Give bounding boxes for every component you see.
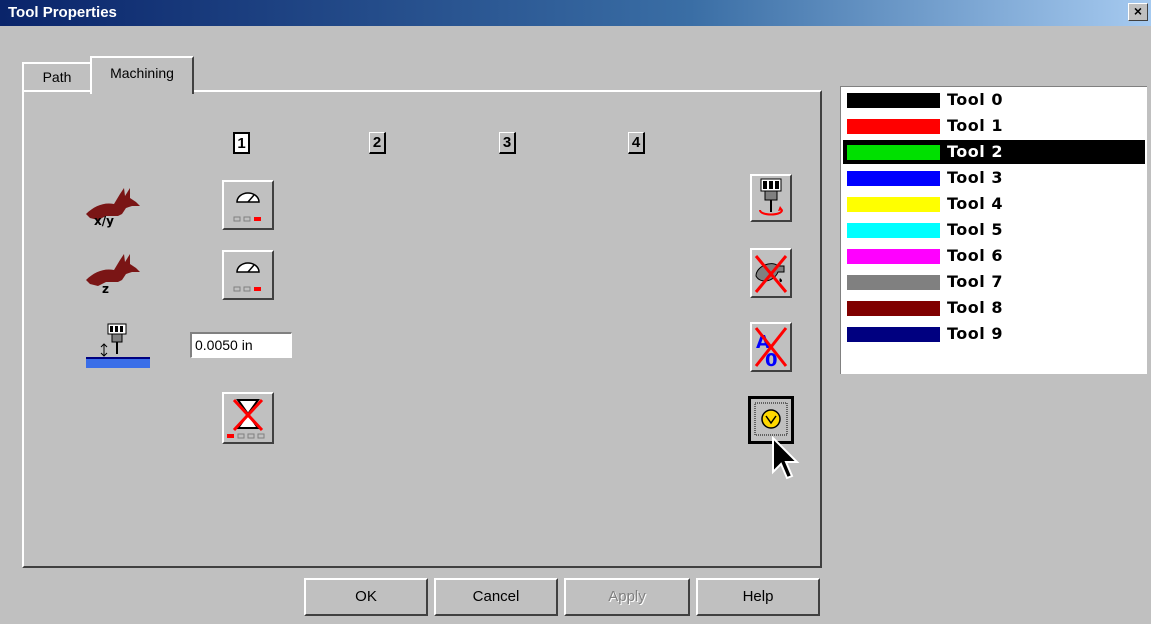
tool-label: Tool 8 bbox=[947, 298, 1003, 317]
column-3-button[interactable]: 3 bbox=[499, 132, 516, 154]
tool-color-swatch bbox=[847, 327, 940, 342]
cancel-button[interactable]: Cancel bbox=[434, 578, 558, 616]
tool-color-swatch bbox=[847, 197, 940, 212]
tool-list-item[interactable]: Tool 0 bbox=[843, 88, 1145, 112]
z-feedrate-button[interactable] bbox=[222, 250, 274, 300]
tool-label: Tool 2 bbox=[947, 142, 1003, 161]
tool-list-item[interactable]: Tool 8 bbox=[843, 296, 1145, 320]
tool-color-swatch bbox=[847, 171, 940, 186]
tool-label: Tool 3 bbox=[947, 168, 1003, 187]
tool-list-item[interactable]: Tool 6 bbox=[843, 244, 1145, 268]
spindle-rotation-button[interactable] bbox=[750, 174, 792, 222]
tool-label: Tool 4 bbox=[947, 194, 1003, 213]
tool-label: Tool 7 bbox=[947, 272, 1003, 291]
help-button[interactable]: Help bbox=[696, 578, 820, 616]
ok-button[interactable]: OK bbox=[304, 578, 428, 616]
tool-label: Tool 6 bbox=[947, 246, 1003, 265]
rabbit-xy-icon: x/y bbox=[80, 184, 150, 232]
apply-button[interactable]: Apply bbox=[564, 578, 690, 616]
tool-color-swatch bbox=[847, 275, 940, 290]
tool-color-swatch bbox=[847, 145, 940, 160]
tool-label: Tool 1 bbox=[947, 116, 1003, 135]
tool-list-item[interactable]: Tool 2 bbox=[843, 140, 1145, 164]
close-button[interactable]: × bbox=[1128, 3, 1148, 21]
depth-input[interactable]: 0.0050 in bbox=[190, 332, 292, 358]
tool-color-swatch bbox=[847, 249, 940, 264]
tool-label: Tool 5 bbox=[947, 220, 1003, 239]
tool-color-swatch bbox=[847, 119, 940, 134]
tool-list-item[interactable]: Tool 5 bbox=[843, 218, 1145, 242]
mouse-cursor-icon bbox=[770, 435, 800, 482]
tool-list[interactable]: Tool 0 Tool 1 Tool 2 Tool 3 Tool 4 Tool 5 Tool… bbox=[840, 86, 1147, 374]
spindle-depth-icon bbox=[86, 322, 150, 370]
tool-label: Tool 9 bbox=[947, 324, 1003, 343]
column-1-button[interactable]: 1 bbox=[233, 132, 250, 154]
column-2-button[interactable]: 2 bbox=[369, 132, 386, 154]
window-title: Tool Properties bbox=[8, 4, 117, 21]
dwell-timer-button[interactable] bbox=[222, 392, 274, 444]
tool-list-item[interactable]: Tool 4 bbox=[843, 192, 1145, 216]
row-label-z: z bbox=[102, 282, 109, 296]
tool-color-swatch bbox=[847, 301, 940, 316]
column-4-button[interactable]: 4 bbox=[628, 132, 645, 154]
tab-path[interactable]: Path bbox=[22, 62, 92, 92]
tool-list-item[interactable]: Tool 7 bbox=[843, 270, 1145, 294]
title-bar[interactable]: Tool Properties × bbox=[0, 0, 1151, 26]
xy-feedrate-button[interactable] bbox=[222, 180, 274, 230]
coolant-off-button[interactable] bbox=[750, 248, 792, 298]
tool-color-swatch bbox=[847, 223, 940, 238]
tool-list-item[interactable]: Tool 1 bbox=[843, 114, 1145, 138]
tool-list-item[interactable]: Tool 9 bbox=[843, 322, 1145, 346]
tool-color-swatch bbox=[847, 93, 940, 108]
tool-list-item[interactable]: Tool 3 bbox=[843, 166, 1145, 190]
row-label-xy: x/y bbox=[94, 214, 114, 228]
tool-label: Tool 0 bbox=[947, 90, 1003, 109]
aux-off-button[interactable]: A 0 bbox=[750, 322, 792, 372]
rabbit-z-icon: z bbox=[80, 252, 150, 300]
tab-machining[interactable]: Machining bbox=[90, 56, 194, 94]
